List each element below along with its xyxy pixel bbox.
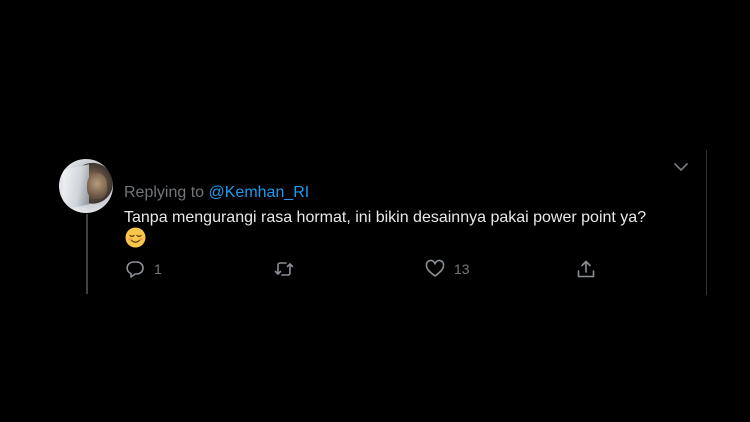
chevron-down-icon xyxy=(674,163,688,171)
avatar-laptop xyxy=(63,164,89,210)
reply-button[interactable]: 1 xyxy=(125,258,162,280)
relieved-face-emoji xyxy=(125,227,146,248)
share-icon xyxy=(577,260,595,278)
retweet-icon xyxy=(274,262,294,276)
replying-to-line: Replying to @Kemhan_RI xyxy=(124,184,309,202)
avatar[interactable] xyxy=(59,159,113,213)
tweet[interactable]: Replying to @Kemhan_RI Tanpa mengurangi … xyxy=(0,0,750,422)
reply-count: 1 xyxy=(154,261,162,277)
thread-line xyxy=(86,214,88,294)
timeline-border xyxy=(706,150,707,295)
like-count: 13 xyxy=(454,261,470,277)
heart-icon xyxy=(425,259,445,277)
reply-icon xyxy=(126,261,144,278)
retweet-button[interactable] xyxy=(274,258,303,280)
share-button[interactable] xyxy=(576,258,596,280)
replying-prefix: Replying to xyxy=(124,184,209,201)
reply-handle-link[interactable]: @Kemhan_RI xyxy=(209,184,310,201)
tweet-text: Tanpa mengurangi rasa hormat, ini bikin … xyxy=(124,209,647,226)
more-options-button[interactable] xyxy=(672,160,690,174)
like-button[interactable]: 13 xyxy=(425,258,470,280)
avatar-cat xyxy=(87,173,107,199)
